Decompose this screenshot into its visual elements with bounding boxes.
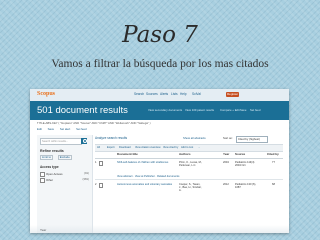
query-actions: Edit Save Set alert Set feed: [37, 127, 92, 132]
source-cell[interactable]: Pediatrics 130 (6), 1087: [235, 183, 259, 189]
slide-subtitle: Vamos a filtrar la búsqueda por los mas …: [51, 58, 269, 70]
column-authors[interactable]: Authors: [179, 152, 191, 157]
search-query: TITLE-ABS-KEY ( "biopiano" AND "Scenar" …: [37, 121, 151, 125]
nav-scival[interactable]: SciVal: [192, 92, 201, 97]
cited-by-cell[interactable]: 68: [272, 183, 275, 186]
limit-exclude-buttons: Limit to Exclude: [40, 155, 76, 161]
search-icon[interactable]: [81, 138, 87, 144]
set-feed-link[interactable]: Set feed: [250, 108, 260, 112]
results-main: Analyze search results Show all abstract…: [95, 135, 283, 233]
view-cited-by-button[interactable]: View cited by: [163, 146, 178, 149]
add-to-list-button[interactable]: Add to List: [181, 146, 193, 149]
filter-other-access[interactable]: Other (381): [40, 177, 89, 183]
set-feed-query-link[interactable]: Set feed: [76, 127, 86, 131]
nav-sources[interactable]: Sources: [146, 92, 158, 97]
select-all-toggle[interactable]: All: [97, 146, 100, 149]
column-cited-by[interactable]: Cited by: [267, 152, 279, 157]
show-all-abstracts-link[interactable]: Show all abstracts: [183, 136, 206, 140]
row-checkbox[interactable]: [99, 183, 104, 188]
nav-help[interactable]: Help: [180, 92, 187, 97]
checkbox[interactable]: [40, 172, 45, 177]
filter-open-access[interactable]: Open Access (91): [40, 171, 89, 177]
results-toolbar: All Export Download View citation overvi…: [95, 144, 283, 152]
save-search-link[interactable]: Save: [240, 108, 246, 112]
document-title-link[interactable]: Autonomous anomalies and voluntary sacca…: [117, 183, 172, 186]
limit-to-button[interactable]: Limit to: [40, 155, 54, 161]
slide-title: Paso 7: [122, 22, 198, 48]
access-type-title[interactable]: Access type: [40, 165, 59, 170]
scopus-screenshot: Scopus Search Sources Alerts Lists Help …: [30, 89, 289, 233]
row-checkbox[interactable]: [99, 161, 104, 166]
checkbox[interactable]: [40, 178, 45, 183]
analyze-results-link[interactable]: Analyze search results: [95, 136, 127, 141]
divider: [95, 157, 283, 158]
register-button[interactable]: Register: [226, 92, 239, 97]
exclude-button[interactable]: Exclude: [57, 155, 72, 161]
column-source[interactable]: Source: [235, 152, 245, 157]
sort-select[interactable]: Cited by (highest): [236, 136, 268, 143]
results-header: 501 document results View secondary docu…: [30, 101, 289, 120]
authors-cell[interactable]: Pirim, K., Lucas, M., Perkovan, L.C.: [179, 161, 203, 167]
compare-edit-link[interactable]: Compare + Edit: [220, 108, 240, 112]
sort-on-label: Sort on:: [223, 136, 233, 140]
patent-results-link[interactable]: View 109 patent results: [185, 108, 214, 112]
column-document-title[interactable]: Document title: [117, 152, 138, 157]
nav-alerts[interactable]: Alerts: [160, 92, 168, 97]
nav-search[interactable]: Search: [134, 92, 144, 97]
refine-results-title: Refine results: [40, 149, 64, 153]
export-button[interactable]: Export: [107, 146, 115, 149]
more-options-button[interactable]: ...: [198, 146, 200, 149]
divider: [95, 179, 283, 180]
cited-by-cell[interactable]: 77: [272, 161, 275, 164]
column-year[interactable]: Year: [223, 152, 229, 157]
document-title-link[interactable]: Shift-self-balance of children with stra…: [117, 161, 172, 164]
results-count: 501 document results: [37, 105, 128, 116]
row-links[interactable]: View abstract · View at Publisher · Rela…: [117, 175, 179, 178]
scopus-logo[interactable]: Scopus: [37, 91, 55, 98]
download-button[interactable]: Download: [119, 146, 131, 149]
year-cell: 2004: [223, 161, 229, 164]
search-within-input[interactable]: Search within results...: [40, 138, 82, 145]
refine-sidebar: Search within results... Refine results …: [37, 135, 93, 233]
nav-lists[interactable]: Lists: [171, 92, 178, 97]
citation-overview-button[interactable]: View citation overview: [135, 146, 160, 149]
authors-cell[interactable]: Cooper, S., Tavan, J., Bee, H., Sinclair…: [179, 183, 203, 192]
secondary-documents-link[interactable]: View secondary documents: [148, 108, 182, 112]
save-query-link[interactable]: Save: [48, 127, 54, 131]
source-cell[interactable]: Pediatrics 113(4) 2004 Oct: [235, 161, 259, 167]
bottom-fade: [30, 225, 289, 233]
year-cell: 2012: [223, 183, 229, 186]
edit-query-link[interactable]: Edit: [37, 127, 42, 131]
set-alert-link[interactable]: Set alert: [60, 127, 70, 131]
